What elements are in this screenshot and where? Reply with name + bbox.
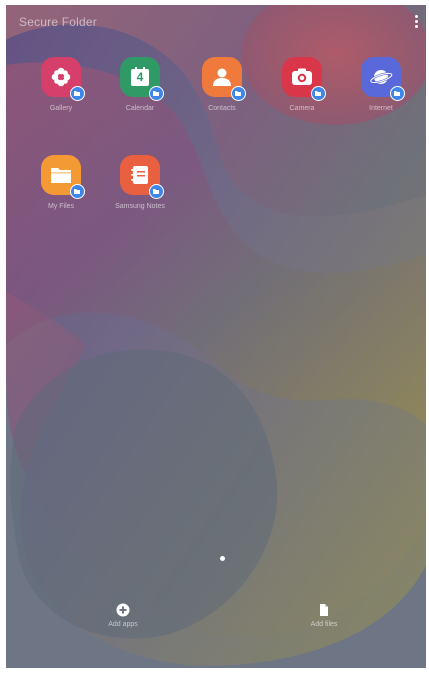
- secure-folder-screen: Secure Folder Gallery 4 Calendar Contact…: [6, 5, 426, 668]
- app-label: Camera: [289, 105, 315, 112]
- app-my-files[interactable]: My Files: [26, 155, 96, 211]
- app-label: Internet: [369, 105, 393, 112]
- more-options-icon[interactable]: [410, 13, 422, 33]
- add-apps-button[interactable]: Add apps: [83, 603, 163, 628]
- page-title: Secure Folder: [19, 15, 97, 29]
- app-label: Contacts: [208, 105, 236, 112]
- internet-planet-icon: [361, 57, 405, 101]
- secure-badge-icon: [70, 86, 85, 101]
- app-gallery[interactable]: Gallery: [26, 57, 96, 113]
- secure-badge-icon: [311, 86, 326, 101]
- app-calendar[interactable]: 4 Calendar: [105, 57, 175, 113]
- notes-icon: [120, 155, 164, 199]
- app-samsung-notes[interactable]: Samsung Notes: [105, 155, 175, 211]
- add-apps-label: Add apps: [108, 621, 138, 628]
- add-files-button[interactable]: Add files: [284, 603, 364, 628]
- contacts-person-icon: [202, 57, 246, 101]
- secure-badge-icon: [231, 86, 246, 101]
- app-label: Gallery: [49, 105, 73, 112]
- add-circle-icon: [116, 603, 130, 617]
- secure-badge-icon: [390, 86, 405, 101]
- app-camera[interactable]: Camera: [267, 57, 337, 113]
- app-contacts[interactable]: Contacts: [187, 57, 257, 113]
- calendar-day: 4: [136, 70, 144, 84]
- gallery-flower-icon: [41, 57, 85, 101]
- top-bar: Secure Folder: [6, 5, 426, 41]
- app-internet[interactable]: Internet: [346, 57, 416, 113]
- add-files-label: Add files: [310, 621, 338, 628]
- calendar-icon: 4: [120, 57, 164, 101]
- secure-badge-icon: [70, 184, 85, 199]
- app-label: Samsung Notes: [115, 203, 165, 210]
- app-label: Calendar: [125, 105, 155, 112]
- add-file-icon: [320, 604, 328, 616]
- folder-icon: [41, 155, 85, 199]
- page-indicator-dot: [220, 556, 225, 561]
- app-label: My Files: [47, 203, 75, 210]
- secure-badge-icon: [149, 86, 164, 101]
- camera-icon: [282, 57, 326, 101]
- secure-badge-icon: [149, 184, 164, 199]
